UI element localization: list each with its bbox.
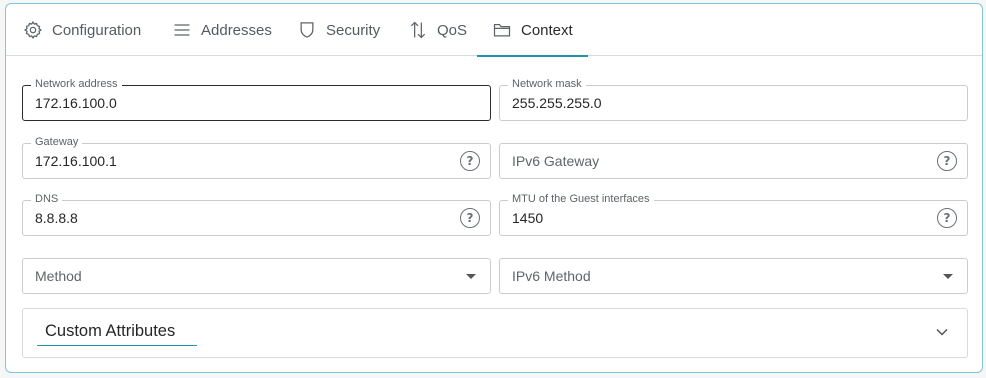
network-form-card: Configuration Addresses Security QoS Con…: [5, 3, 983, 373]
help-icon[interactable]: ?: [460, 208, 480, 228]
caret-down-icon: [466, 274, 476, 279]
ipv6-gateway-field[interactable]: IPv6 Gateway ?: [499, 143, 968, 179]
tab-label: Context: [521, 21, 573, 39]
tab-configuration[interactable]: Configuration: [23, 4, 141, 56]
tab-label: Configuration: [52, 21, 142, 39]
gateway-value: 172.16.100.1: [35, 153, 117, 169]
ipv6-gateway-placeholder: IPv6 Gateway: [512, 153, 600, 169]
dns-label: DNS: [31, 192, 63, 206]
accordion-title: Custom Attributes: [45, 322, 176, 340]
network-mask-label: Network mask: [508, 77, 586, 91]
method-placeholder: Method: [35, 268, 82, 284]
network-address-label: Network address: [31, 77, 122, 91]
up-down-arrows-icon: [410, 21, 426, 39]
tab-label: QoS: [437, 21, 468, 39]
help-icon[interactable]: ?: [937, 208, 957, 228]
folder-icon: [493, 23, 511, 37]
ipv6-method-placeholder: IPv6 Method: [512, 268, 591, 284]
tab-security[interactable]: Security: [297, 4, 380, 56]
mtu-field[interactable]: MTU of the Guest interfaces 1450 ?: [499, 192, 968, 236]
network-mask-field[interactable]: Network mask 255.255.255.0: [499, 77, 968, 121]
list-icon: [174, 24, 190, 36]
mtu-label: MTU of the Guest interfaces: [508, 192, 654, 206]
help-icon[interactable]: ?: [937, 151, 957, 171]
tab-addresses[interactable]: Addresses: [172, 4, 272, 56]
tab-label: Addresses: [201, 21, 272, 39]
dns-field[interactable]: DNS 8.8.8.8 ?: [22, 192, 491, 236]
gateway-field[interactable]: Gateway 172.16.100.1 ?: [22, 135, 491, 179]
ipv6-method-select[interactable]: IPv6 Method: [499, 258, 968, 294]
mtu-value: 1450: [512, 210, 544, 226]
caret-down-icon: [943, 274, 953, 279]
network-address-value: 172.16.100.0: [35, 95, 117, 111]
help-icon[interactable]: ?: [460, 151, 480, 171]
method-select[interactable]: Method: [22, 258, 491, 294]
shield-icon: [300, 22, 314, 38]
gateway-label: Gateway: [31, 135, 83, 149]
custom-attributes-accordion[interactable]: Custom Attributes: [22, 308, 968, 358]
gear-icon: [23, 20, 43, 40]
network-address-field[interactable]: Network address 172.16.100.0: [22, 77, 491, 121]
accordion-title-underline: [37, 345, 197, 346]
tab-qos[interactable]: QoS: [408, 4, 467, 56]
dns-value: 8.8.8.8: [35, 210, 78, 226]
tab-bar: Configuration Addresses Security QoS Con…: [6, 4, 982, 57]
network-mask-value: 255.255.255.0: [512, 95, 602, 111]
chevron-down-icon[interactable]: [935, 325, 949, 339]
tab-label: Security: [326, 21, 381, 39]
tab-context[interactable]: Context: [477, 4, 588, 57]
